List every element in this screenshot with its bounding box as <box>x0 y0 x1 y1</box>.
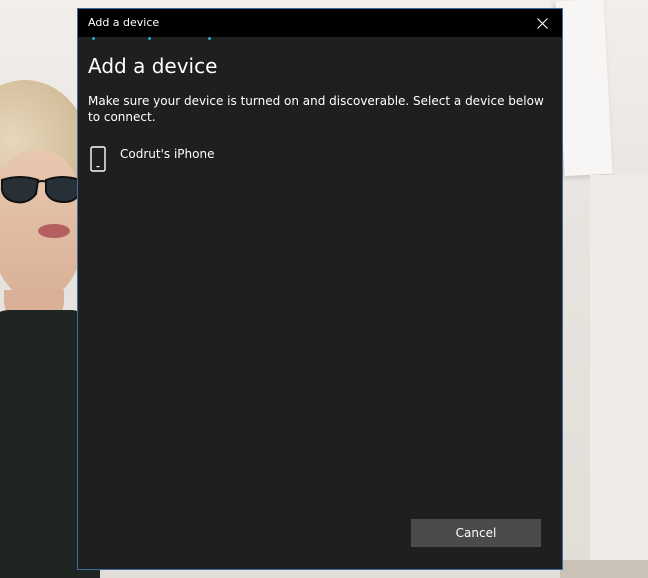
wallpaper-sunglasses <box>1 176 81 204</box>
close-icon <box>536 17 548 29</box>
instructions-text: Make sure your device is turned on and d… <box>88 94 544 124</box>
device-list-item[interactable]: Codrut's iPhone <box>88 143 548 175</box>
wallpaper-panel <box>590 175 648 578</box>
progress-dot <box>208 37 211 40</box>
progress-dot <box>148 37 151 40</box>
window-title: Add a device <box>88 16 160 29</box>
title-bar[interactable]: Add a device <box>78 9 562 37</box>
cancel-button[interactable]: Cancel <box>411 519 541 547</box>
phone-icon <box>90 146 106 172</box>
searching-progress-indicator <box>88 37 288 41</box>
wallpaper-lips <box>38 224 70 238</box>
wallpaper-floor <box>560 560 648 578</box>
page-title: Add a device <box>88 54 218 78</box>
close-button[interactable] <box>522 9 562 37</box>
device-name: Codrut's iPhone <box>120 147 215 161</box>
progress-dot <box>92 37 95 40</box>
add-device-window: Add a device Add a device Make sure your… <box>77 8 563 570</box>
wallpaper-card <box>555 0 613 177</box>
